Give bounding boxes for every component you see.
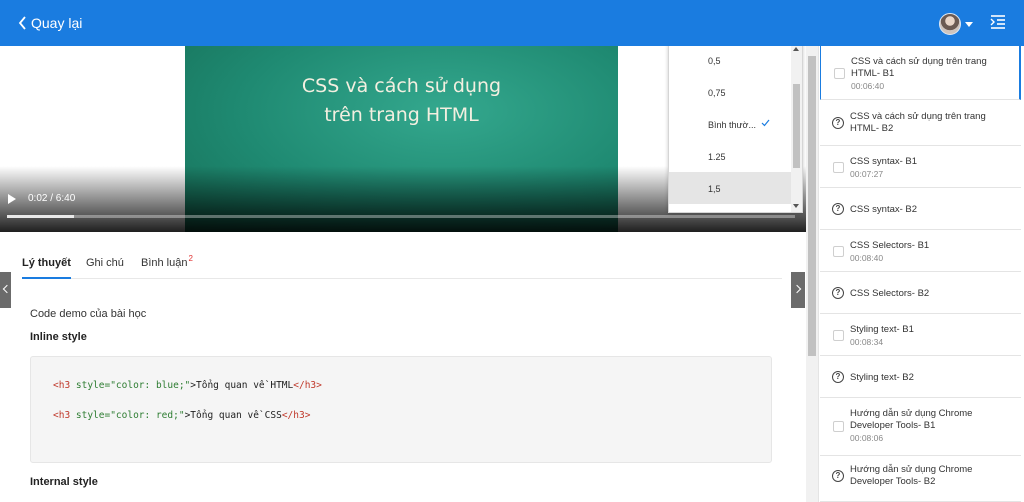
question-icon: ?	[832, 203, 844, 215]
comment-count-badge: 2	[188, 254, 193, 263]
lesson-item[interactable]: ? CSS syntax- B2	[820, 188, 1021, 230]
lesson-title: CSS Selectors- B2	[850, 288, 930, 299]
tab-notes[interactable]: Ghi chú	[86, 257, 124, 279]
code-line: <h3 style="color: blue;">Tổng quan về HT…	[53, 380, 322, 391]
slide-title: CSS và cách sử dụng trên trang HTML	[301, 75, 502, 126]
lesson-title: Hướng dẫn sử dụng Chrome Developer Tools…	[850, 408, 973, 431]
progress-bar[interactable]	[7, 215, 795, 218]
lesson-title: CSS Selectors- B1	[850, 240, 930, 251]
code-block: <h3 style="color: blue;">Tổng quan về HT…	[30, 356, 772, 463]
scrollbar-thumb[interactable]	[793, 84, 800, 168]
section-heading: Inline style	[30, 331, 87, 343]
section-heading: Internal style	[30, 476, 98, 488]
lesson-item[interactable]: CSS và cách sử dụng trên trang HTML- B1 …	[820, 46, 1021, 100]
back-button[interactable]: Quay lại	[18, 12, 82, 34]
lesson-title: Styling text- B1	[850, 324, 914, 335]
lesson-item[interactable]: ? Styling text- B2	[820, 356, 1021, 398]
scrollbar-thumb[interactable]	[808, 56, 816, 356]
content-scrollbar[interactable]	[806, 46, 818, 502]
speed-menu-scrollbar[interactable]	[791, 46, 802, 212]
lesson-main: CSS và cách sử dụng trên trang HTML 0:02…	[0, 46, 806, 502]
question-icon: ?	[832, 371, 844, 383]
speed-option[interactable]: 0,75	[669, 76, 793, 108]
lesson-item[interactable]: ? CSS và cách sử dụng trên trang HTML- B…	[820, 100, 1021, 146]
lesson-item[interactable]: ? CSS Selectors- B2	[820, 272, 1021, 314]
lesson-duration: 00:08:34	[850, 337, 884, 347]
top-bar: Quay lại	[0, 0, 1024, 46]
question-icon: ?	[832, 470, 844, 482]
lesson-duration: 00:08:06	[850, 433, 884, 443]
question-icon: ?	[832, 287, 844, 299]
checkbox[interactable]	[833, 162, 844, 173]
time-display: 0:02 / 6:40	[28, 193, 76, 204]
lesson-title: Hướng dẫn sử dụng Chrome Developer Tools…	[850, 464, 973, 487]
demo-caption: Code demo của bài học	[30, 308, 147, 320]
checkbox[interactable]	[834, 68, 845, 79]
progress-fill	[7, 215, 74, 218]
speed-option[interactable]: Bình thườ...	[669, 108, 793, 140]
tab-comments[interactable]: Bình luận2	[141, 254, 193, 279]
user-avatar[interactable]	[939, 13, 961, 35]
checkbox[interactable]	[833, 330, 844, 341]
scroll-down-arrow-icon[interactable]	[793, 204, 799, 208]
lesson-tabs: Lý thuyết Ghi chú Bình luận2	[22, 254, 782, 279]
caret-down-icon[interactable]	[965, 22, 973, 27]
code-line: <h3 style="color: red;">Tổng quan về CSS…	[53, 410, 311, 421]
lesson-item[interactable]: CSS syntax- B1 00:07:27	[820, 146, 1021, 188]
next-lesson-button[interactable]	[791, 272, 805, 308]
back-label: Quay lại	[31, 15, 83, 31]
menu-indent-icon[interactable]	[990, 14, 1006, 30]
lesson-title: CSS và cách sử dụng trên trang HTML- B1	[851, 56, 987, 79]
tab-theory[interactable]: Lý thuyết	[22, 257, 71, 279]
lesson-list: CSS và cách sử dụng trên trang HTML- B1 …	[818, 46, 1024, 502]
lesson-item[interactable]: CSS Selectors- B1 00:08:40	[820, 230, 1021, 272]
speed-option[interactable]: 1.25	[669, 140, 793, 172]
playback-speed-menu[interactable]: 0,5 0,75 Bình thườ... 1.25 1,5	[668, 46, 803, 213]
chevron-left-icon	[18, 16, 26, 30]
speed-option[interactable]: 0,5	[669, 46, 793, 76]
play-icon[interactable]	[8, 194, 16, 204]
lesson-title: CSS syntax- B2	[850, 204, 918, 215]
scroll-up-arrow-icon[interactable]	[793, 47, 799, 51]
lesson-title: Styling text- B2	[850, 372, 914, 383]
checkmark-icon	[761, 119, 770, 127]
question-icon: ?	[832, 117, 844, 129]
lesson-duration: 00:08:40	[850, 253, 884, 263]
video-player[interactable]: CSS và cách sử dụng trên trang HTML 0:02…	[0, 46, 806, 232]
checkbox[interactable]	[833, 421, 844, 432]
lesson-duration: 00:06:40	[851, 81, 885, 91]
lesson-title: CSS và cách sử dụng trên trang HTML- B2	[850, 111, 986, 134]
lesson-item[interactable]: ? Hướng dẫn sử dụng Chrome Developer Too…	[820, 456, 1021, 502]
checkbox[interactable]	[833, 246, 844, 257]
previous-lesson-button[interactable]	[0, 272, 11, 308]
lesson-item[interactable]: Styling text- B1 00:08:34	[820, 314, 1021, 356]
lesson-item[interactable]: Hướng dẫn sử dụng Chrome Developer Tools…	[820, 398, 1021, 456]
lesson-duration: 00:07:27	[850, 169, 884, 179]
lesson-title: CSS syntax- B1	[850, 156, 918, 167]
speed-option[interactable]: 1,5	[669, 172, 793, 204]
